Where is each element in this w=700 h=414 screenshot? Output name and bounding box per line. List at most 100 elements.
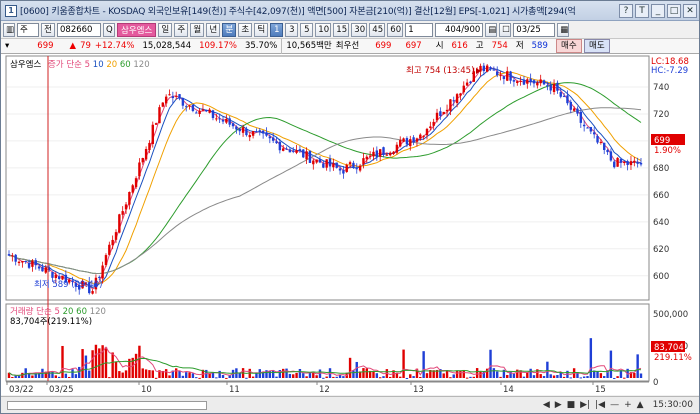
chart-area[interactable]: 740720700680660640620600 500,000250,0000… [1, 54, 699, 395]
period-tick[interactable]: 틱 [254, 23, 269, 37]
candle-body [382, 147, 385, 155]
candle-body [295, 150, 298, 153]
volume-bar [529, 368, 532, 378]
search-icon[interactable]: Q [103, 23, 115, 37]
candle-body [335, 162, 338, 168]
candle-body [429, 126, 432, 129]
nav-start-icon[interactable]: |◀ [595, 400, 605, 410]
nav-next-icon[interactable]: ▶ [555, 400, 562, 410]
candle-body [292, 150, 295, 152]
date-input[interactable]: 03/25 [513, 23, 556, 37]
volume-bar [251, 376, 255, 378]
high-label: 고 [475, 40, 484, 51]
candle-body [592, 132, 596, 135]
close-button[interactable]: ✕ [683, 3, 697, 18]
candle-body [459, 93, 462, 96]
volume-bar [365, 368, 368, 378]
volume-bar [459, 370, 462, 378]
volume-bar [539, 374, 542, 378]
candle-body [24, 260, 27, 262]
chart-svg[interactable]: 740720700680660640620600 500,000250,0000… [1, 54, 699, 395]
volume-bar [492, 368, 496, 378]
volume-bar [238, 373, 241, 378]
chart-icon[interactable]: ▤ [485, 23, 498, 37]
help-button[interactable]: ? [619, 3, 633, 18]
zoom-out-icon[interactable]: — [610, 400, 619, 410]
buy-button[interactable]: 매수 [555, 39, 582, 53]
volume-bar [499, 376, 502, 378]
app-icon[interactable]: 1 [5, 4, 17, 17]
volume-bar [144, 369, 148, 378]
volume-bar [419, 376, 422, 378]
volume-bar [532, 375, 536, 378]
minute-30[interactable]: 30 [351, 23, 368, 37]
nav-stop-icon[interactable]: ■ [567, 400, 576, 410]
price-yaxis: 740720700680660640620600 [653, 83, 669, 282]
menu-icon[interactable]: ▾ [1, 39, 13, 54]
volume-bar [84, 355, 88, 378]
minute-5[interactable]: 5 [300, 23, 314, 37]
candle-body [529, 78, 532, 82]
candle-body [278, 141, 282, 151]
volume-bar [298, 368, 302, 378]
volume-bar [452, 374, 455, 378]
candle-body [322, 163, 325, 168]
minute-60[interactable]: 60 [387, 23, 404, 37]
sell-button[interactable]: 매도 [583, 39, 610, 53]
candle-body [378, 149, 382, 157]
volume-bar [496, 371, 499, 378]
volume-bar [168, 375, 171, 378]
stock-code-input[interactable]: 082660 [57, 23, 101, 37]
candle-body [582, 124, 586, 127]
period-day[interactable]: 일 [158, 23, 173, 37]
best-ask: 699 [375, 40, 392, 51]
text-button[interactable]: T [635, 3, 649, 18]
nav-prev-icon[interactable]: ◀ [543, 400, 550, 410]
layout-icon[interactable]: ▥ [3, 23, 15, 37]
scroll-up-icon[interactable]: ▲ [637, 400, 644, 410]
exchange-button[interactable]: 전 [41, 23, 55, 37]
volume-bar [174, 368, 178, 378]
volume-bar [188, 372, 191, 378]
minute-10[interactable]: 10 [315, 23, 332, 37]
period-month[interactable]: 월 [190, 23, 205, 37]
minute-3[interactable]: 3 [285, 23, 299, 37]
last-price-tag: 699 [654, 136, 670, 146]
candle-body [128, 191, 131, 205]
maximize-button[interactable]: □ [667, 3, 681, 18]
volume-bar [489, 349, 492, 378]
horizontal-scrollbar[interactable] [7, 401, 207, 410]
nav-end-icon[interactable]: ▶| [580, 400, 590, 410]
minimize-button[interactable]: _ [651, 3, 665, 18]
candle-body [603, 142, 606, 150]
candle-body [399, 140, 402, 147]
period-week[interactable]: 주 [174, 23, 189, 37]
period-second[interactable]: 초 [238, 23, 253, 37]
checkbox-icon[interactable]: ☐ [499, 23, 512, 37]
candle-body [536, 82, 539, 86]
candle-body [439, 111, 442, 117]
candle-body [455, 94, 459, 103]
market-select[interactable]: 주 [17, 23, 39, 37]
volume-bar [562, 376, 566, 378]
candle-body [195, 112, 198, 114]
minute-1[interactable]: 1 [270, 23, 284, 37]
candle-body [61, 275, 64, 280]
count-select[interactable]: 1 [405, 23, 434, 37]
calendar-icon[interactable]: ▦ [557, 23, 570, 37]
volume-bar [422, 351, 425, 378]
best-bid: 697 [405, 40, 422, 51]
minute-15[interactable]: 15 [333, 23, 350, 37]
period-year[interactable]: 년 [206, 23, 221, 37]
volume-bar [409, 374, 412, 378]
candle-body [161, 102, 165, 107]
minute-45[interactable]: 45 [369, 23, 386, 37]
volume-bar [633, 372, 636, 378]
zoom-in-icon[interactable]: + [624, 400, 632, 410]
volume-bar [332, 376, 335, 378]
candle-body [208, 109, 211, 113]
best-bid-label: 최우선 [335, 40, 360, 51]
period-minute[interactable]: 분 [222, 23, 237, 37]
candle-body [599, 141, 603, 143]
candle-body [325, 159, 328, 168]
